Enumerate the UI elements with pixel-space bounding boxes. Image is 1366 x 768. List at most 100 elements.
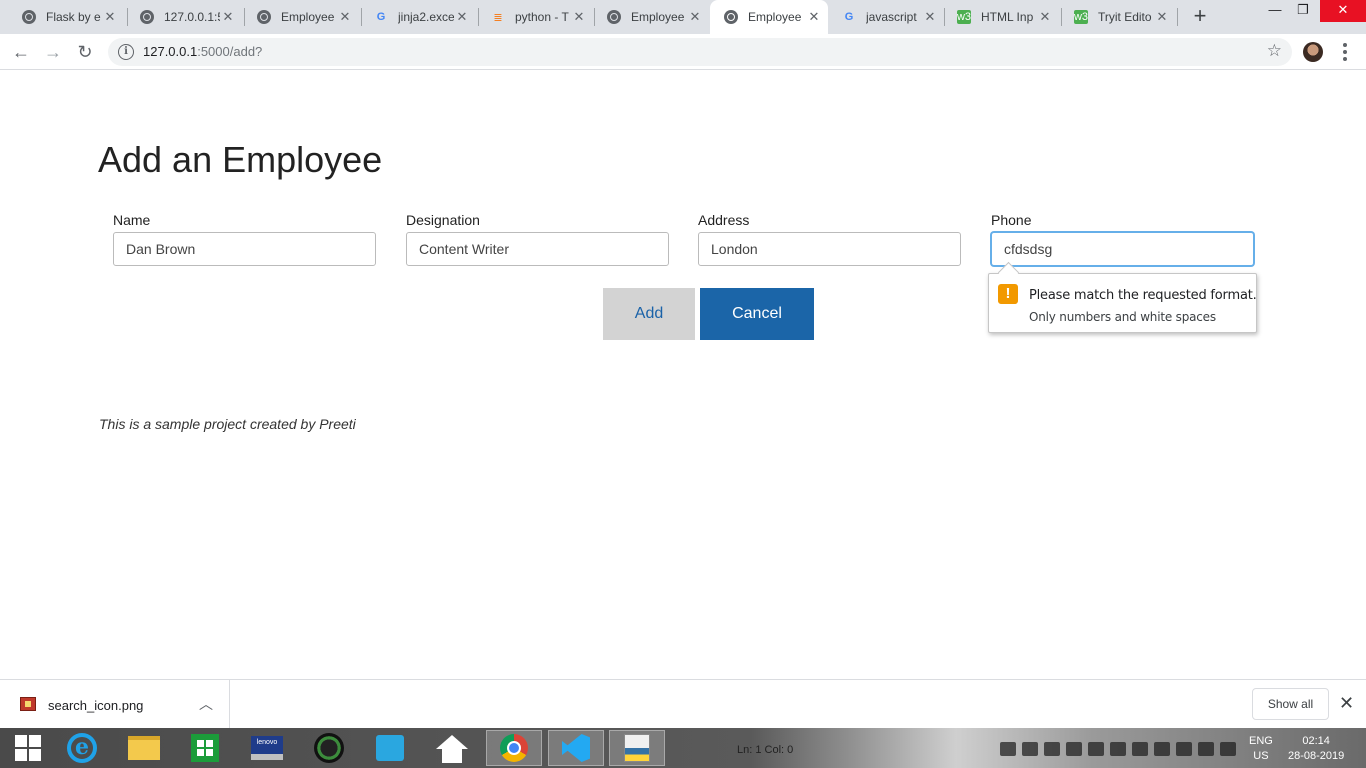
browser-menu-icon[interactable] [1340,42,1350,62]
internet-explorer-icon[interactable]: e [54,730,110,766]
info-icon[interactable]: i [118,44,134,60]
bookmark-star-icon[interactable]: ☆ [1267,41,1282,61]
address-input[interactable] [698,232,961,266]
windows-taskbar: e lenovo Ln: 1 Col: 0 ENG US 02:14 28-08… [0,728,1366,768]
tray-icon[interactable] [1088,742,1104,756]
tab-title: python - T [515,10,569,24]
tray-icon[interactable] [1154,742,1170,756]
tab-close-icon[interactable]: ✕ [454,9,470,25]
tray-icon[interactable] [1110,742,1126,756]
forward-button[interactable]: → [41,40,65,64]
system-tray [1000,740,1240,758]
tray-icon[interactable] [1220,742,1236,756]
python-icon[interactable] [609,730,665,766]
tab-title: jinja2.exce [398,10,454,24]
chevron-up-icon[interactable]: ︿ [199,694,213,714]
tab-strip: Flask by e ✕ 127.0.0.1:5 ✕ Employee ✕ G … [0,0,1366,34]
browser-tab-active[interactable]: Employee ✕ [710,0,828,34]
start-button[interactable] [0,730,56,766]
designation-input[interactable] [406,232,669,266]
browser-tab[interactable]: G jinja2.exce ✕ [360,0,476,34]
phone-field-group: Phone [991,212,1254,266]
new-tab-button[interactable]: + [1188,5,1212,29]
browser-tab[interactable]: Flask by e ✕ [8,0,124,34]
phone-input[interactable] [991,232,1254,266]
page-title: Add an Employee [98,139,383,180]
w3schools-icon: w3 [1073,10,1089,24]
tab-title: Employee [631,10,685,24]
clock[interactable]: 02:14 28-08-2019 [1288,734,1344,764]
browser-tab[interactable]: Employee ✕ [243,0,359,34]
validation-hint: Only numbers and white spaces [1029,310,1216,324]
phone-label: Phone [991,212,1032,228]
window-close-button[interactable]: ✕ [1320,0,1366,22]
tab-title: HTML Inp [981,10,1034,24]
signal-icon[interactable] [1066,742,1082,756]
globe-icon [140,10,154,24]
app-circle-icon[interactable] [301,730,357,766]
tab-close-icon[interactable]: ✕ [1037,9,1053,25]
reload-button[interactable]: ↻ [73,40,97,64]
language-indicator[interactable]: ENG US [1249,734,1273,764]
tray-icon[interactable] [1044,742,1060,756]
show-all-button[interactable]: Show all [1252,688,1329,720]
globe-icon [607,10,621,24]
profile-avatar[interactable] [1303,42,1323,62]
name-input[interactable] [113,232,376,266]
stackoverflow-icon: ≣ [493,11,503,24]
browser-tab[interactable]: G javascript ✕ [828,0,944,34]
chrome-icon[interactable] [486,730,542,766]
tab-title: Employee [281,10,335,24]
tab-close-icon[interactable]: ✕ [806,9,822,25]
validation-tooltip: ! Please match the requested format. Onl… [988,273,1257,333]
tab-title: 127.0.0.1:5 [164,10,220,24]
lenovo-icon[interactable]: lenovo [239,730,295,766]
image-file-icon [20,697,36,711]
browser-tab[interactable]: 127.0.0.1:5 ✕ [126,0,242,34]
google-icon: G [376,11,386,23]
store-icon[interactable] [177,730,233,766]
back-button[interactable]: ← [9,40,33,64]
tab-close-icon[interactable]: ✕ [687,9,703,25]
browser-tab[interactable]: w3 HTML Inp ✕ [943,0,1059,34]
tab-close-icon[interactable]: ✕ [571,9,587,25]
designation-field-group: Designation [406,212,669,266]
globe-icon [22,10,36,24]
download-bar: search_icon.png ︿ Show all ✕ [0,679,1366,728]
download-item[interactable]: search_icon.png ︿ [0,680,230,728]
tray-icon[interactable] [1022,742,1038,756]
tray-icon[interactable] [1198,742,1214,756]
cancel-button[interactable]: Cancel [700,288,814,340]
warning-icon: ! [998,284,1018,304]
address-bar[interactable]: i 127.0.0.1:5000/add? ☆ [108,38,1292,66]
tray-icon[interactable] [1000,742,1016,756]
tray-icon[interactable] [1176,742,1192,756]
url-text[interactable]: 127.0.0.1:5000/add? [143,44,262,59]
w3schools-icon: w3 [956,10,972,24]
address-label: Address [698,212,750,228]
home-icon[interactable] [424,730,480,766]
file-explorer-icon[interactable] [116,730,172,766]
browser-toolbar: ← → ↻ i 127.0.0.1:5000/add? ☆ [0,34,1366,70]
tab-title: Flask by e [46,10,101,24]
name-label: Name [113,212,151,228]
tab-close-icon[interactable]: ✕ [102,9,118,25]
footer-note: This is a sample project created by Pree… [99,416,356,432]
tab-close-icon[interactable]: ✕ [337,9,353,25]
browser-tab[interactable]: w3 Tryit Edito ✕ [1060,0,1176,34]
close-icon[interactable]: ✕ [1339,693,1354,714]
tab-close-icon[interactable]: ✕ [922,9,938,25]
globe-icon [724,10,738,24]
google-icon: G [844,11,854,23]
tab-close-icon[interactable]: ✕ [1154,9,1170,25]
browser-tab[interactable]: ≣ python - T ✕ [477,0,593,34]
page-content: Add an Employee Name Designation Address… [0,71,1366,679]
shopping-bag-icon[interactable] [362,730,418,766]
volume-icon[interactable] [1132,742,1148,756]
browser-tab[interactable]: Employee ✕ [593,0,709,34]
vscode-icon[interactable] [548,730,604,766]
windows-logo-icon [15,735,41,761]
tab-title: javascript [866,10,917,24]
add-button[interactable]: Add [603,288,695,340]
tab-close-icon[interactable]: ✕ [220,9,236,25]
